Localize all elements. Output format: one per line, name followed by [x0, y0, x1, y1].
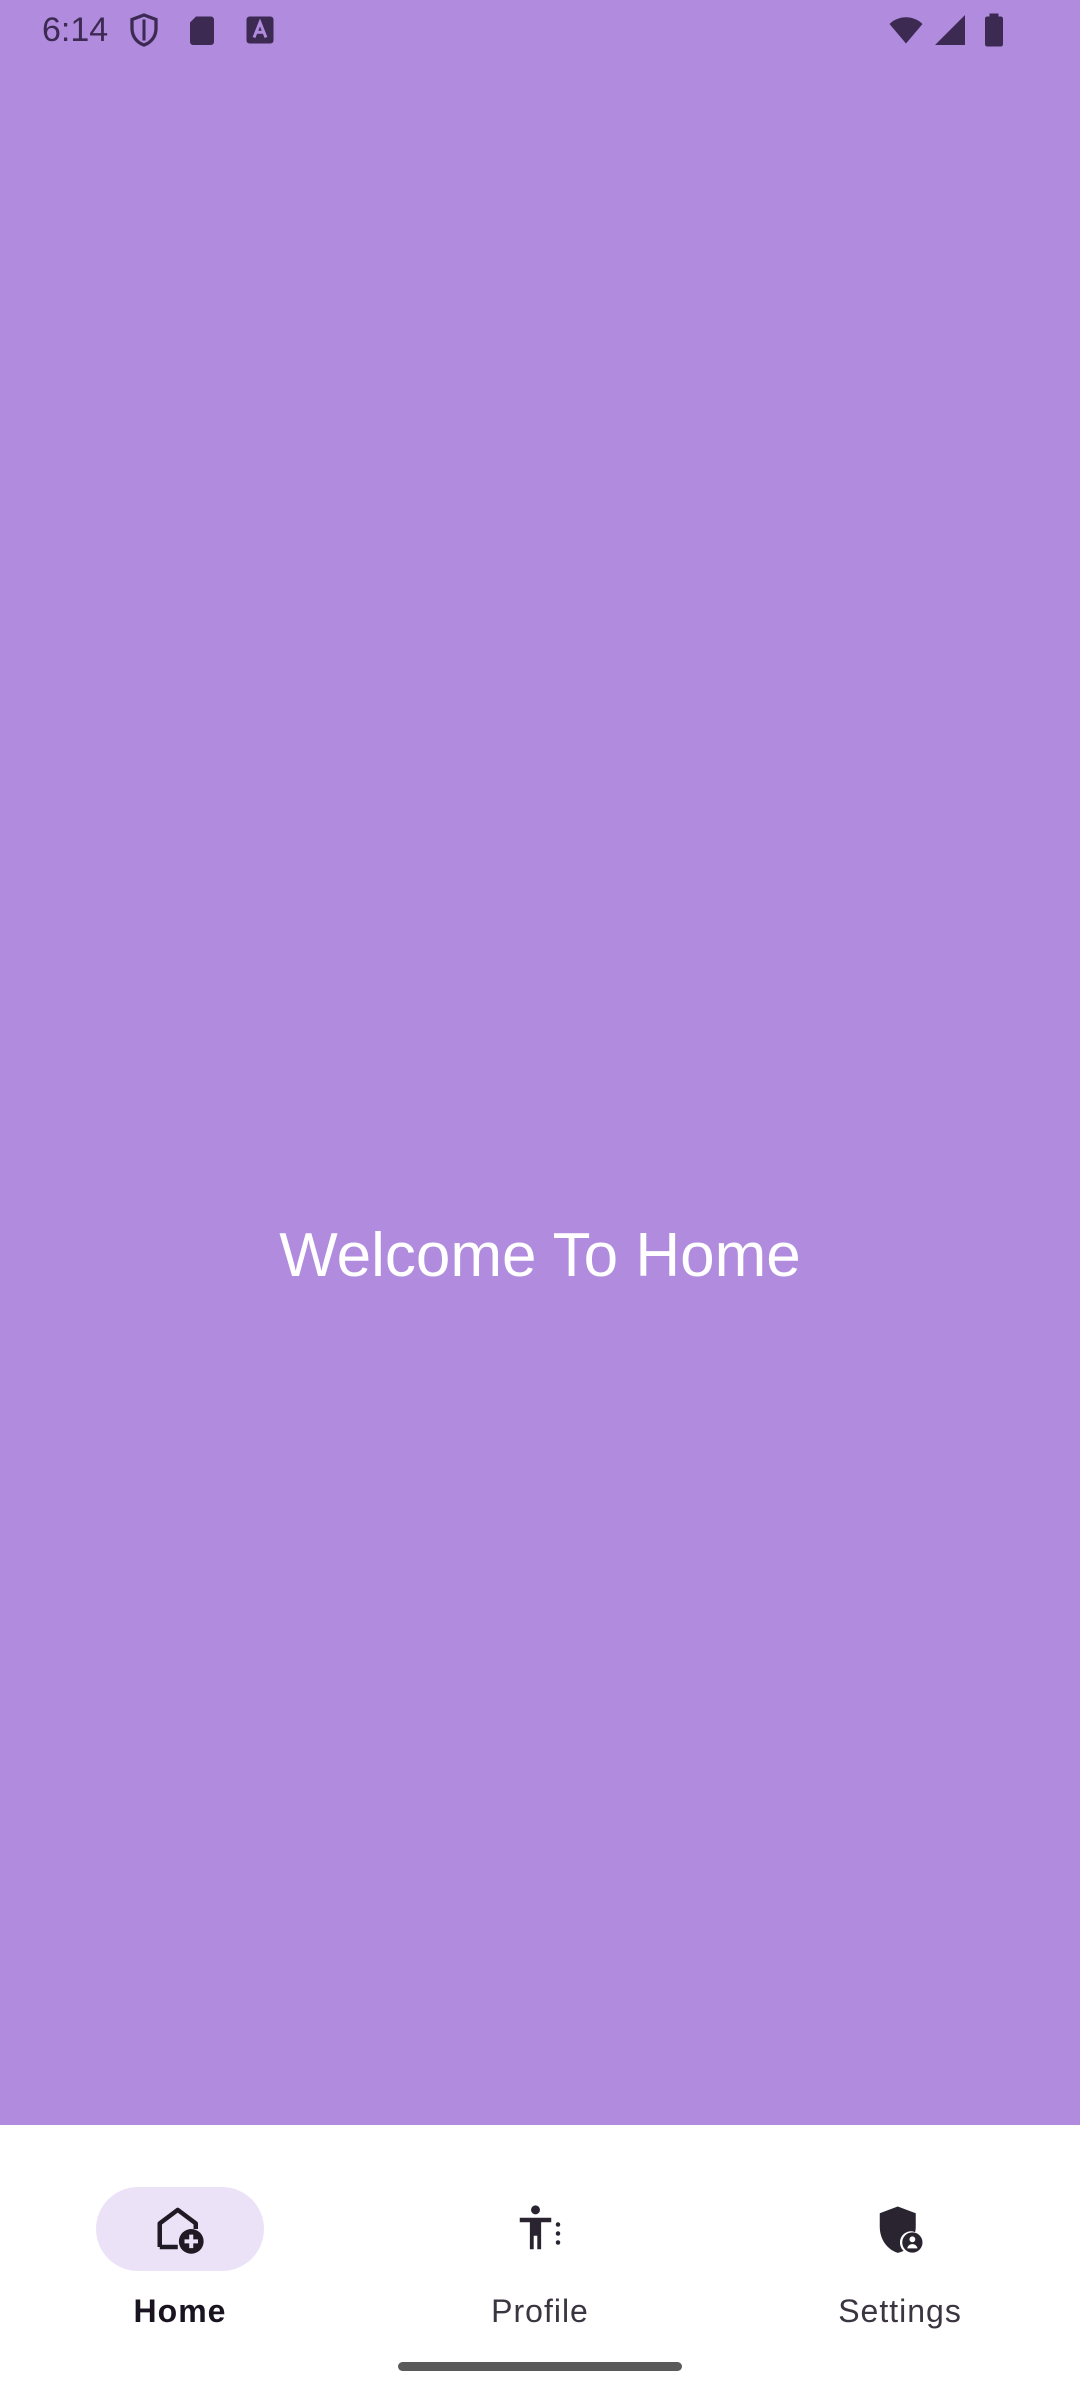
wifi-icon [888, 12, 924, 48]
nav-item-profile[interactable]: Profile [360, 2155, 720, 2335]
home-add-icon [153, 2202, 207, 2256]
status-bar: 6:14 [0, 0, 1080, 62]
nav-label-home: Home [133, 2293, 227, 2329]
gesture-home-indicator[interactable] [398, 2362, 682, 2371]
app-screen: 6:14 Welcome To Home Home Profile Settin… [0, 0, 1080, 2400]
shield-icon [126, 12, 162, 48]
nav-icon-container [816, 2187, 984, 2271]
nav-active-indicator [96, 2187, 264, 2271]
accessibility-icon [513, 2202, 567, 2256]
battery-icon [976, 12, 1012, 48]
welcome-text: Welcome To Home [279, 1221, 801, 1290]
nav-label-settings: Settings [838, 2293, 962, 2329]
text-a-icon [242, 12, 278, 48]
nav-item-settings[interactable]: Settings [720, 2155, 1080, 2335]
nav-label-profile: Profile [491, 2293, 589, 2329]
nav-icon-container [456, 2187, 624, 2271]
signal-icon [932, 12, 968, 48]
sd-card-icon [184, 12, 220, 48]
shield-person-icon [873, 2202, 927, 2256]
nav-item-home[interactable]: Home [0, 2155, 360, 2335]
bottom-navigation: Home Profile Settings [0, 2125, 1080, 2400]
status-time: 6:14 [42, 11, 109, 49]
